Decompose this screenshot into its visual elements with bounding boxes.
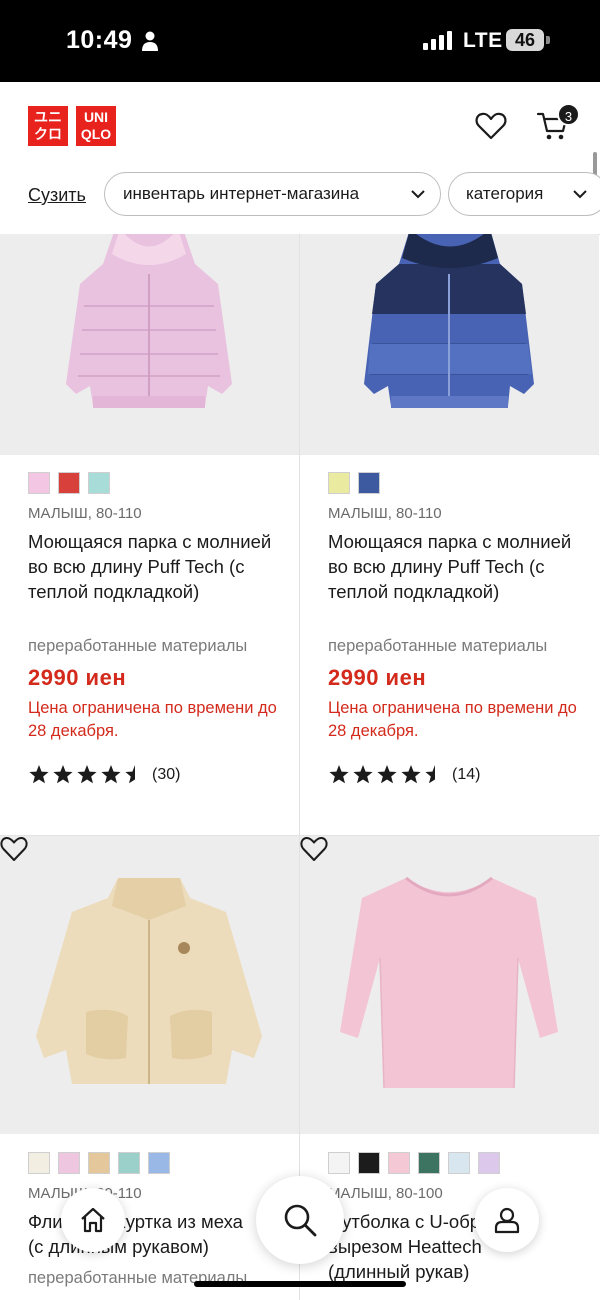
product-promo: Цена ограничена по времени до 28 декабря…	[28, 699, 277, 740]
star-half-icon	[125, 765, 135, 784]
color-swatches	[328, 1152, 500, 1174]
app-header: ユニ クロ UNI QLO 3 Сузить инвентарь интерне…	[0, 82, 600, 234]
star-full-icon	[329, 765, 349, 784]
product-image[interactable]	[300, 836, 599, 1134]
color-swatch[interactable]	[28, 1152, 50, 1174]
star-full-icon	[53, 765, 73, 784]
color-swatch[interactable]	[118, 1152, 140, 1174]
product-material: переработанные материалы	[328, 637, 548, 655]
product-grid: МАЛЫШ, 80-110 Моющаяся парка с молнией в…	[0, 234, 600, 1300]
home-indicator	[194, 1281, 406, 1287]
network-label: LTE	[463, 29, 503, 52]
star-half-icon	[425, 765, 435, 784]
product-size-range: МАЛЫШ, 80-110	[28, 505, 142, 522]
product-price: 2990 иен	[328, 665, 427, 690]
color-swatch[interactable]	[88, 1152, 110, 1174]
product-size-range: МАЛЫШ, 80-100	[328, 1185, 443, 1202]
signal-icon	[423, 31, 452, 50]
product-card[interactable]: МАЛЫШ, 80-100 Футболка с U-образным выре…	[300, 836, 599, 1300]
product-rating: (30)	[28, 764, 180, 785]
uniqlo-logo[interactable]: ユニ クロ UNI QLO	[28, 106, 116, 146]
cart-count-badge: 3	[557, 103, 580, 126]
navy-puffer-jacket-image	[364, 234, 534, 408]
star-full-icon	[77, 765, 97, 784]
color-swatches	[28, 472, 110, 494]
color-swatches	[28, 1152, 170, 1174]
star-full-icon	[29, 765, 49, 784]
logo-text-line4: QLO	[80, 126, 112, 142]
nav-home-button[interactable]	[61, 1188, 125, 1252]
review-count[interactable]: (30)	[152, 766, 180, 784]
color-swatch[interactable]	[448, 1152, 470, 1174]
status-time: 10:49	[66, 26, 133, 54]
color-swatches	[328, 472, 380, 494]
product-name-line: вырезом Heattech	[328, 1236, 482, 1257]
product-card[interactable]: МАЛЫШ, 80-110 Моющаяся парка с молнией в…	[300, 234, 599, 835]
color-swatch[interactable]	[58, 1152, 80, 1174]
favorite-heart-icon[interactable]	[300, 836, 328, 862]
color-swatch[interactable]	[418, 1152, 440, 1174]
chevron-down-icon	[573, 190, 587, 199]
narrow-filter-link[interactable]: Сузить	[28, 185, 86, 206]
home-icon	[81, 1207, 105, 1233]
color-swatch[interactable]	[88, 472, 110, 494]
pink-puffer-jacket-image	[66, 234, 232, 408]
chevron-down-icon	[411, 190, 425, 199]
product-promo: Цена ограничена по времени до 28 декабря…	[328, 699, 577, 740]
favorite-heart-icon[interactable]	[0, 836, 28, 862]
inventory-filter-chip[interactable]: инвентарь интернет-магазина	[104, 172, 441, 216]
category-filter-chip[interactable]: категория	[448, 172, 600, 216]
product-rating: (14)	[328, 764, 480, 785]
nav-account-button[interactable]	[475, 1188, 539, 1252]
logo-box-katakana: ユニ クロ	[28, 106, 68, 146]
rating-stars	[328, 764, 446, 785]
review-count[interactable]: (14)	[452, 766, 480, 784]
color-swatch[interactable]	[328, 1152, 350, 1174]
rating-stars	[28, 764, 146, 785]
logo-text-line3: UNI	[83, 109, 109, 125]
color-swatch[interactable]	[478, 1152, 500, 1174]
status-bar: 10:49 LTE 46	[0, 0, 600, 82]
product-card[interactable]: МАЛЫШ, 80-110 Моющаяся парка с молнией в…	[0, 234, 299, 835]
product-card[interactable]: МАЛЫШ, 80-110 Флисовая куртка из меха (с…	[0, 836, 299, 1300]
product-name[interactable]: Моющаяся парка с молнией во всю длину Pu…	[28, 529, 278, 604]
star-full-icon	[377, 765, 397, 784]
beige-fleece-jacket-image	[36, 878, 262, 1084]
product-image[interactable]	[0, 836, 299, 1134]
logo-box-latin: UNI QLO	[76, 106, 116, 146]
pink-heattech-tshirt-image	[340, 876, 558, 1089]
star-full-icon	[401, 765, 421, 784]
color-swatch[interactable]	[388, 1152, 410, 1174]
product-name-line: Футболка с U-образным	[328, 1211, 535, 1232]
wishlist-heart-icon[interactable]	[475, 112, 507, 140]
color-swatch[interactable]	[328, 472, 350, 494]
product-price: 2990 иен	[28, 665, 127, 690]
color-swatch[interactable]	[358, 472, 380, 494]
color-swatch[interactable]	[58, 472, 80, 494]
inventory-filter-label: инвентарь интернет-магазина	[123, 184, 360, 203]
search-icon	[284, 1204, 317, 1237]
product-image[interactable]	[0, 234, 299, 455]
person-icon	[142, 31, 158, 51]
product-image[interactable]	[300, 234, 599, 455]
color-swatch[interactable]	[28, 472, 50, 494]
product-name[interactable]: Футболка с U-образным вырезом Heattech (…	[328, 1209, 598, 1284]
color-swatch[interactable]	[148, 1152, 170, 1174]
battery-tip	[546, 36, 550, 44]
category-filter-label: категория	[466, 184, 544, 203]
battery-icon: 46	[506, 29, 544, 51]
account-icon	[494, 1207, 520, 1234]
star-full-icon	[101, 765, 121, 784]
color-swatch[interactable]	[358, 1152, 380, 1174]
star-full-icon	[353, 765, 373, 784]
product-name[interactable]: Моющаяся парка с молнией во всю длину Pu…	[328, 529, 578, 604]
logo-text-line2: クロ	[34, 126, 62, 142]
logo-text-line1: ユニ	[34, 109, 62, 125]
product-size-range: МАЛЫШ, 80-110	[328, 505, 442, 522]
product-material: переработанные материалы	[28, 637, 248, 655]
nav-search-button[interactable]	[256, 1176, 344, 1264]
